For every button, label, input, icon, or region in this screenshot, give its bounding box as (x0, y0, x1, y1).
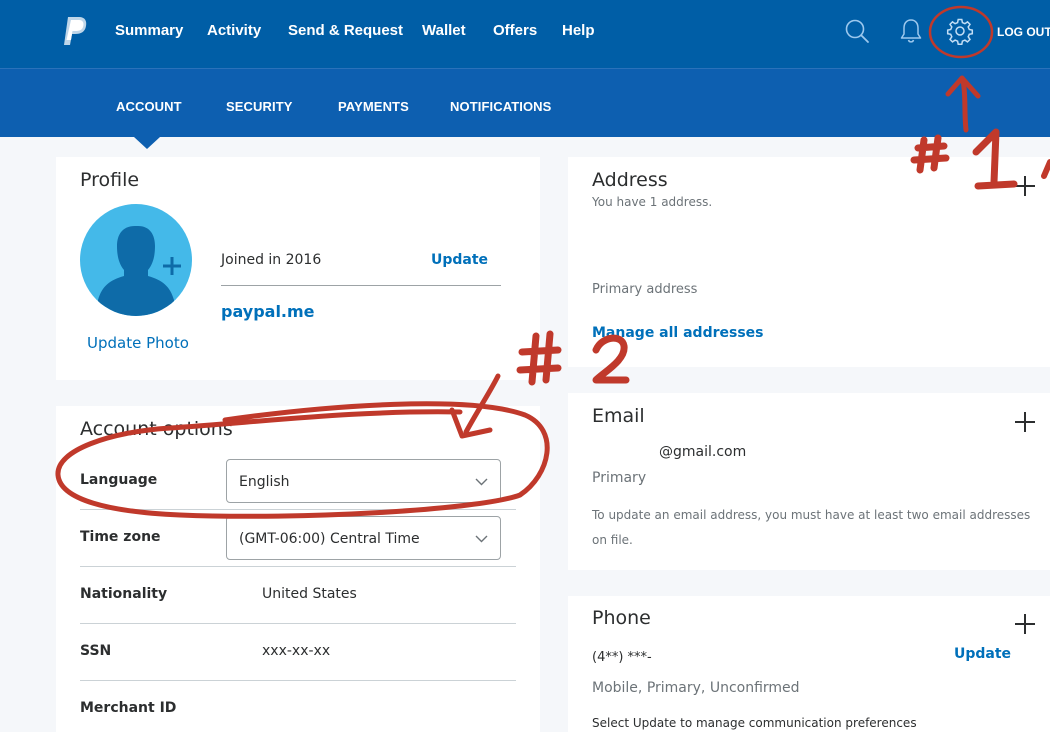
gear-icon[interactable] (946, 17, 974, 45)
tab-account[interactable]: ACCOUNT (116, 99, 182, 114)
address-title: Address (592, 169, 668, 191)
timezone-select[interactable]: (GMT-06:00) Central Time (226, 516, 501, 560)
phone-note: Select Update to manage communication pr… (592, 716, 917, 730)
logout-button[interactable]: LOG OUT (997, 25, 1050, 39)
manage-addresses-link[interactable]: Manage all addresses (592, 325, 764, 341)
nationality-value: United States (262, 586, 357, 602)
ssn-value: xxx-xx-xx (262, 643, 331, 659)
update-phone-link[interactable]: Update (954, 646, 1011, 662)
update-profile-link[interactable]: Update (431, 252, 488, 268)
account-options-title: Account options (80, 418, 233, 440)
chevron-down-icon (475, 535, 488, 543)
paypalme-link[interactable]: paypal.me (221, 302, 315, 321)
row-divider (80, 623, 516, 624)
email-title: Email (592, 405, 645, 427)
nav-wallet[interactable]: Wallet (422, 22, 466, 42)
paypal-logo[interactable] (60, 15, 90, 47)
active-tab-indicator (134, 137, 160, 149)
tab-payments[interactable]: PAYMENTS (338, 99, 409, 114)
chevron-down-icon (475, 478, 488, 486)
avatar[interactable] (80, 204, 192, 316)
bell-icon[interactable] (897, 17, 925, 45)
account-options-card (56, 406, 540, 732)
language-value: English (239, 474, 290, 490)
email-status: Primary (592, 470, 647, 486)
phone-title: Phone (592, 607, 651, 629)
top-navigation-bar: Summary Activity Send & Request Wallet O… (0, 0, 1050, 68)
email-address: @gmail.com (659, 444, 747, 460)
add-address-icon[interactable] (1015, 176, 1035, 196)
timezone-label: Time zone (80, 529, 161, 545)
phone-number: (4**) ***- (592, 650, 652, 665)
row-divider (80, 680, 516, 681)
merchant-id-label: Merchant ID (80, 700, 177, 716)
ssn-label: SSN (80, 643, 112, 659)
profile-title: Profile (80, 169, 140, 191)
address-count: You have 1 address. (592, 195, 713, 209)
search-icon[interactable] (843, 17, 871, 45)
primary-address-label: Primary address (592, 282, 698, 297)
add-photo-icon (163, 257, 181, 275)
add-phone-icon[interactable] (1015, 614, 1035, 634)
nav-help[interactable]: Help (562, 22, 595, 42)
settings-tab-bar: ACCOUNT SECURITY PAYMENTS NOTIFICATIONS (0, 68, 1050, 137)
nav-summary[interactable]: Summary (115, 22, 183, 42)
nationality-label: Nationality (80, 586, 168, 602)
nav-activity[interactable]: Activity (207, 22, 261, 42)
timezone-value: (GMT-06:00) Central Time (239, 531, 420, 547)
update-photo-link[interactable]: Update Photo (87, 334, 189, 352)
email-note: To update an email address, you must hav… (592, 508, 1031, 547)
phone-status: Mobile, Primary, Unconfirmed (592, 680, 800, 696)
nav-send-request[interactable]: Send & Request (288, 22, 403, 42)
row-divider (80, 509, 516, 510)
language-label: Language (80, 472, 158, 488)
profile-divider (221, 285, 501, 286)
language-select[interactable]: English (226, 459, 501, 503)
joined-date: Joined in 2016 (221, 252, 322, 268)
row-divider (80, 566, 516, 567)
nav-offers[interactable]: Offers (493, 22, 537, 42)
tab-security[interactable]: SECURITY (226, 99, 293, 114)
tab-notifications[interactable]: NOTIFICATIONS (450, 99, 551, 114)
add-email-icon[interactable] (1015, 412, 1035, 432)
